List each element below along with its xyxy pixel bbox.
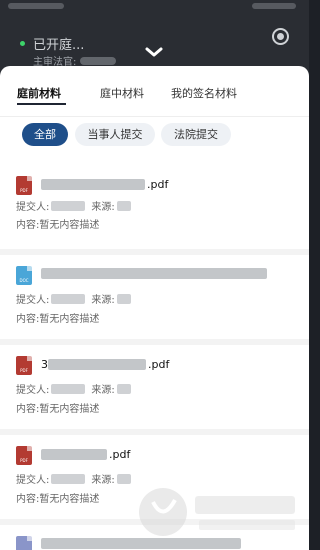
source-label: 来源: xyxy=(91,475,115,486)
status-bar xyxy=(0,0,309,14)
filter-party[interactable]: 当事人提交 xyxy=(75,123,155,146)
file-name-blur xyxy=(48,359,146,370)
meta-row: 提交人: 来源: xyxy=(16,291,137,306)
pdf-file-icon: PDF xyxy=(16,446,32,465)
status-bar-blur xyxy=(8,3,64,9)
submitter-label: 提交人: xyxy=(16,202,50,213)
filter-court[interactable]: 法院提交 xyxy=(161,123,231,146)
filter-all[interactable]: 全部 xyxy=(22,123,68,146)
status-bar-blur xyxy=(252,3,296,9)
chevron-down-icon[interactable] xyxy=(144,45,164,59)
tab-pretrial[interactable]: 庭前材料 xyxy=(17,85,61,101)
record-icon[interactable] xyxy=(272,28,289,45)
court-status-text: 已开庭... xyxy=(33,38,85,53)
court-status: 已开庭... xyxy=(20,34,84,53)
material-tabs: 庭前材料 庭中材料 我的签名材料 xyxy=(0,66,309,117)
meta-row: 提交人: 来源: xyxy=(16,471,137,486)
tab-intrial[interactable]: 庭中材料 xyxy=(100,85,144,101)
submitter-label: 提交人: xyxy=(16,475,50,486)
file-name: 3 .pdf xyxy=(41,358,169,371)
meta-row: 提交人: 来源: xyxy=(16,198,137,213)
watermark-logo-icon xyxy=(139,488,295,536)
content-row: 内容:暂无内容描述 xyxy=(16,220,100,231)
submitter-blur xyxy=(51,200,86,211)
live-indicator-icon xyxy=(20,41,25,46)
file-ext: .pdf xyxy=(148,358,170,371)
submitter-blur xyxy=(51,473,86,484)
submitter-blur xyxy=(51,293,86,304)
pdf-file-icon: PDF xyxy=(16,356,32,375)
content-row: 内容:暂无内容描述 xyxy=(16,404,100,415)
list-item[interactable]: PDF 3 .pdf 提交人: 来源: 内容:暂无内容描述 xyxy=(0,339,309,429)
submitter-label: 提交人: xyxy=(16,385,50,396)
list-item[interactable]: PDF .pdf 提交人: 来源: 内容:暂无内容描述 xyxy=(0,165,309,249)
file-name xyxy=(41,268,269,279)
file-name-blur xyxy=(41,268,267,279)
meta-row: 提交人: 来源: xyxy=(16,381,137,396)
source-blur xyxy=(116,383,131,394)
source-blur xyxy=(116,293,131,304)
doc-file-icon xyxy=(16,536,32,550)
judge-name-blur xyxy=(80,56,117,65)
source-blur xyxy=(116,473,131,484)
tab-underline xyxy=(17,103,66,105)
file-name-prefix: 3 xyxy=(41,358,48,371)
pdf-file-icon: PDF xyxy=(16,176,32,195)
file-name: .pdf xyxy=(41,178,168,191)
content-row: 内容:暂无内容描述 xyxy=(16,314,100,325)
doc-file-icon: DOC xyxy=(16,266,32,285)
list-item[interactable]: DOC 提交人: 来源: 内容:暂无内容描述 xyxy=(0,249,309,339)
file-ext: .pdf xyxy=(109,448,131,461)
submitter-blur xyxy=(51,383,86,394)
source-label: 来源: xyxy=(91,295,115,306)
file-name: .pdf xyxy=(41,448,130,461)
court-info-header: 已开庭... 主审法官: xyxy=(0,0,309,72)
materials-sheet: 庭前材料 庭中材料 我的签名材料 全部 当事人提交 法院提交 PDF .pdf … xyxy=(0,66,309,550)
source-blur xyxy=(116,200,131,211)
submitter-label: 提交人: xyxy=(16,295,50,306)
file-ext: .pdf xyxy=(147,178,169,191)
file-name-blur xyxy=(41,179,145,190)
source-label: 来源: xyxy=(91,202,115,213)
tab-my-signed[interactable]: 我的签名材料 xyxy=(171,85,237,101)
source-label: 来源: xyxy=(91,385,115,396)
content-row: 内容:暂无内容描述 xyxy=(16,494,100,505)
file-name-blur xyxy=(41,449,107,460)
filter-chips: 全部 当事人提交 法院提交 xyxy=(0,123,309,153)
